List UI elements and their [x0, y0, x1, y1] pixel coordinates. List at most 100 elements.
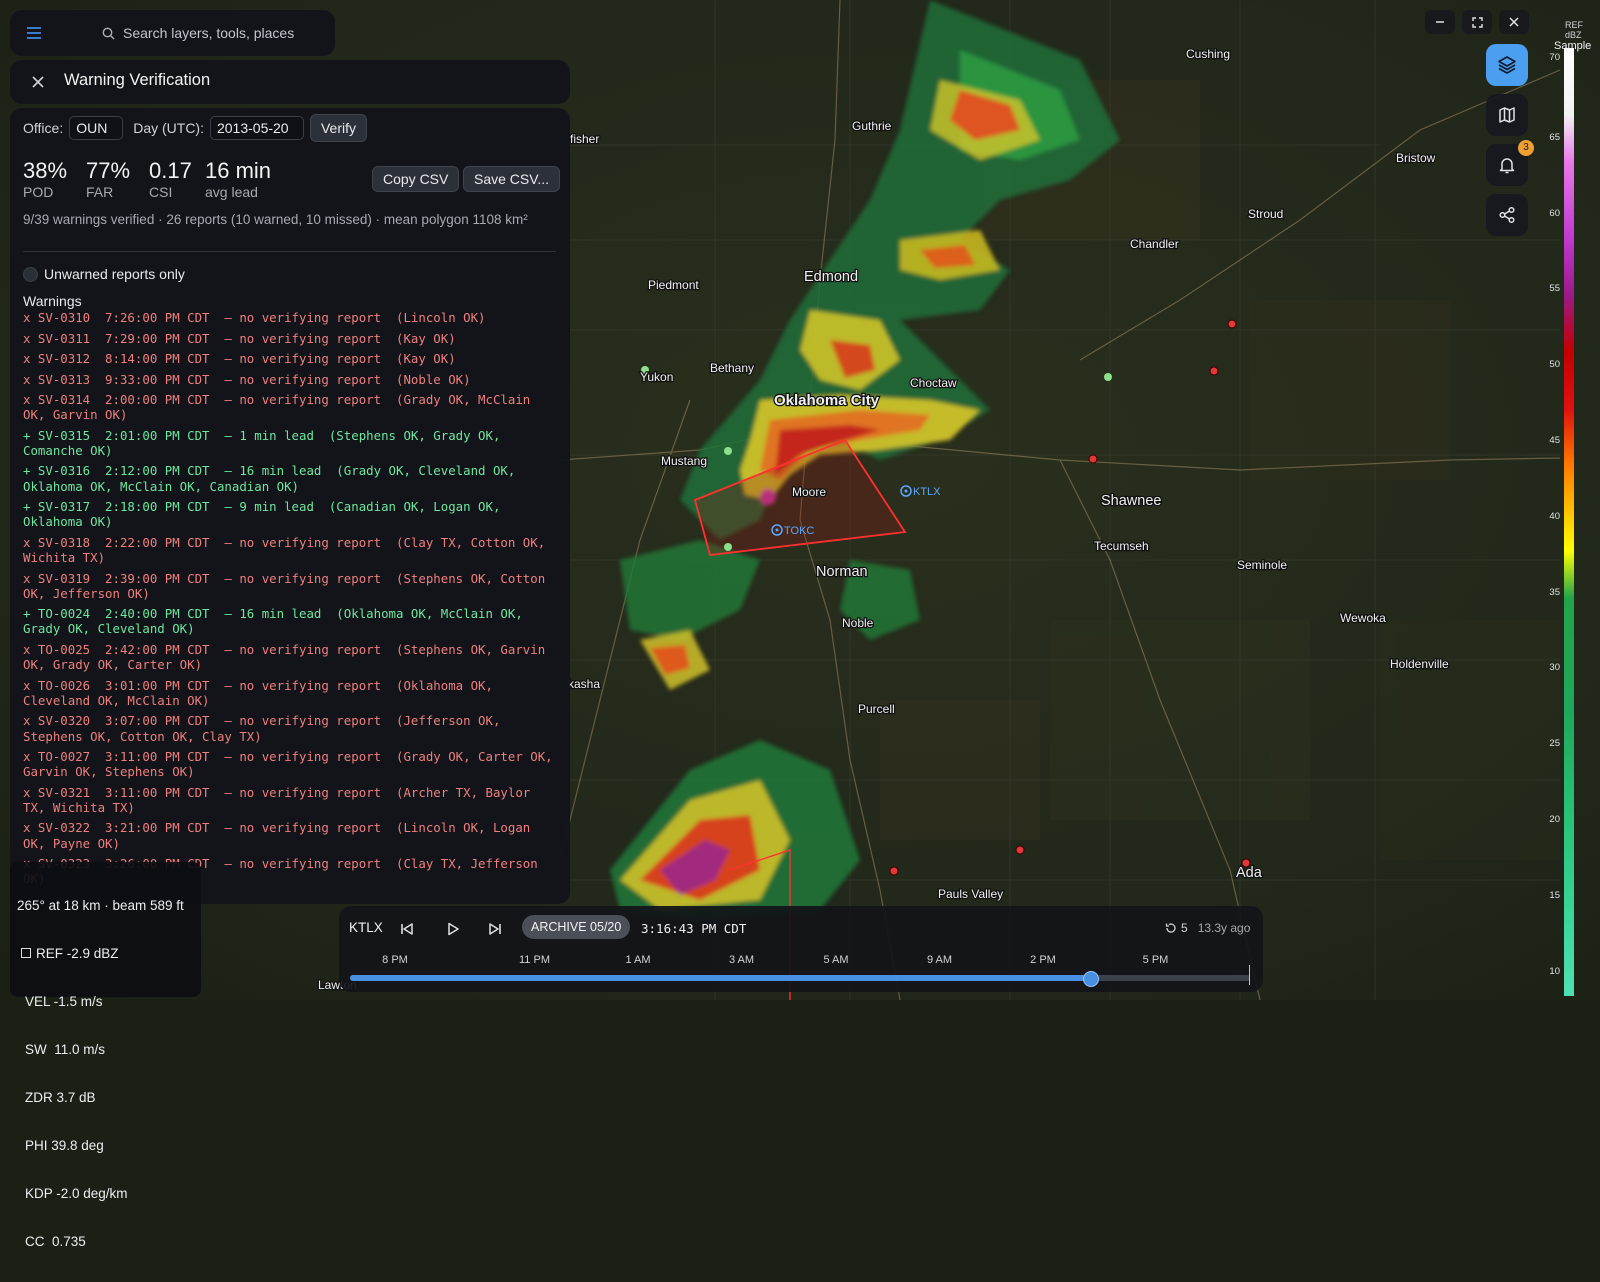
warning-item[interactable]: x SV-0313 9:33:00 PM CDT — no verifying …	[23, 372, 556, 387]
warning-item[interactable]: x SV-0320 3:07:00 PM CDT — no verifying …	[23, 713, 556, 743]
verification-header: Warning Verification	[10, 60, 570, 104]
bell-icon	[1499, 158, 1515, 174]
readout-ref: REF -2.9 dBZ	[17, 946, 197, 962]
timeline-bar: KTLX ARCHIVE 05/20 3:16:43 PM CDT 5 13.3…	[339, 906, 1263, 992]
verify-button[interactable]: Verify	[309, 114, 367, 142]
minimize-icon	[1436, 21, 1444, 23]
play-button[interactable]	[442, 918, 464, 940]
search-input[interactable]: Search layers, tools, places	[102, 18, 330, 48]
legend-tick: 70	[1549, 52, 1560, 63]
timeline-tick-label: 5 PM	[1142, 954, 1169, 966]
alerts-button[interactable]: 3	[1486, 140, 1534, 186]
unwarned-toggle[interactable]: Unwarned reports only	[23, 266, 185, 282]
legend-tick: 60	[1549, 207, 1560, 219]
city-label: Guthrie	[852, 119, 892, 133]
readout-phi: PHI 39.8 deg	[25, 1138, 104, 1153]
office-label: Office:	[23, 120, 64, 136]
warning-item[interactable]: x SV-0322 3:21:00 PM CDT — no verifying …	[23, 820, 556, 850]
minimize-button[interactable]	[1425, 10, 1455, 34]
timeline-ticks: 8 PM 11 PM 1 AM 3 AM 5 AM 9 AM 2 PM 5 PM	[350, 954, 1250, 972]
city-label: Bristow	[1396, 151, 1436, 165]
history-indicator[interactable]: 5 13.3y ago	[1165, 921, 1250, 935]
warning-item[interactable]: x SV-0321 3:11:00 PM CDT — no verifying …	[23, 785, 556, 815]
search-icon	[102, 27, 115, 39]
warning-item[interactable]: + SV-0315 2:01:00 PM CDT — 1 min lead (S…	[23, 428, 556, 458]
city-label: kasha	[568, 677, 600, 691]
city-label: Tecumseh	[1094, 539, 1149, 553]
stat-value: 77%	[86, 158, 131, 183]
history-count: 5	[1181, 921, 1188, 935]
warning-item[interactable]: x SV-0314 2:00:00 PM CDT — no verifying …	[23, 392, 556, 422]
close-window-button[interactable]	[1499, 10, 1529, 34]
stat-label: avg lead	[205, 184, 258, 200]
close-icon[interactable]	[28, 72, 48, 92]
legend-tick: 45	[1549, 435, 1560, 446]
legend-gradient	[1564, 48, 1574, 996]
skip-back-icon	[401, 923, 413, 935]
warnings-list[interactable]: x SV-0310 7:26:00 PM CDT — no verifying …	[23, 310, 556, 892]
copy-csv-button[interactable]: Copy CSV	[372, 166, 460, 192]
readout-vel: VEL -1.5 m/s	[25, 994, 103, 1009]
stat-value: 0.17	[149, 158, 192, 183]
archive-badge[interactable]: ARCHIVE 05/20	[522, 915, 631, 939]
timeline-track[interactable]	[350, 965, 1250, 987]
city-label: Choctaw	[910, 376, 957, 390]
save-csv-button[interactable]: Save CSV...	[463, 166, 560, 192]
stat-value: 16 min	[205, 158, 272, 183]
city-label: Edmond	[804, 269, 858, 285]
color-legend: REF dBZ Sample 70 65 60 55 50 45 40 35 30 25 20 15 1…	[1540, 14, 1600, 1000]
city-label: Yukon	[640, 370, 673, 384]
unwarned-checkbox[interactable]	[23, 266, 38, 282]
legend-tick: 50	[1549, 359, 1560, 371]
menu-icon[interactable]	[22, 22, 46, 44]
step-back-button[interactable]	[396, 918, 418, 940]
basemap-button[interactable]	[1486, 94, 1528, 136]
close-icon	[1509, 17, 1519, 27]
divider	[23, 251, 556, 252]
readout-ref-value: REF -2.9 dBZ	[36, 946, 119, 961]
warning-item[interactable]: + TO-0024 2:40:00 PM CDT — 16 min lead (…	[23, 606, 556, 636]
warning-item[interactable]: x TO-0027 3:11:00 PM CDT — no verifying …	[23, 749, 556, 779]
timeline-handle[interactable]	[1082, 971, 1099, 987]
skip-forward-icon	[489, 923, 501, 935]
summary-text: 9/39 warnings verified · 26 reports (10 …	[23, 212, 528, 227]
city-label: Purcell	[858, 702, 895, 716]
office-input[interactable]	[69, 116, 124, 140]
warning-item[interactable]: x SV-0311 7:29:00 PM CDT — no verifying …	[23, 331, 556, 346]
layers-button[interactable]	[1486, 44, 1528, 86]
city-label: Pauls Valley	[938, 887, 1003, 901]
unwarned-label: Unwarned reports only	[44, 266, 185, 282]
search-bar[interactable]: Search layers, tools, places	[10, 10, 335, 56]
warning-item[interactable]: x SV-0310 7:26:00 PM CDT — no verifying …	[23, 310, 556, 325]
legend-tick: 40	[1549, 510, 1560, 522]
warning-item[interactable]: x TO-0025 2:42:00 PM CDT — no verifying …	[23, 642, 556, 672]
warning-item[interactable]: + SV-0316 2:12:00 PM CDT — 16 min lead (…	[23, 463, 556, 493]
svg-text:TOKC: TOKC	[784, 525, 814, 537]
fullscreen-icon	[1471, 16, 1483, 28]
step-forward-button[interactable]	[484, 918, 506, 940]
timeline-tick-label: 8 PM	[382, 954, 408, 966]
day-input[interactable]	[209, 116, 304, 140]
warning-item[interactable]: x SV-0319 2:39:00 PM CDT — no verifying …	[23, 571, 556, 601]
age-label: 13.3y ago	[1197, 921, 1251, 935]
timeline-tick-label: 2 PM	[1030, 954, 1056, 966]
warning-item[interactable]: + SV-0317 2:18:00 PM CDT — 9 min lead (C…	[23, 499, 556, 529]
legend-unit: dBZ	[1565, 30, 1582, 40]
search-placeholder: Search layers, tools, places	[123, 25, 295, 41]
warning-item[interactable]: x SV-0312 8:14:00 PM CDT — no verifying …	[23, 351, 556, 366]
city-label: Mustang	[661, 454, 707, 468]
city-label: Stroud	[1248, 207, 1283, 221]
city-label: Shawnee	[1101, 493, 1161, 509]
warning-item[interactable]: x SV-0318 2:22:00 PM CDT — no verifying …	[23, 535, 556, 565]
legend-tick: 30	[1549, 662, 1560, 674]
stat-label: POD	[23, 184, 54, 200]
share-button[interactable]	[1486, 194, 1528, 236]
stat-value: 38%	[23, 158, 68, 183]
warning-item[interactable]: x TO-0026 3:01:00 PM CDT — no verifying …	[23, 678, 556, 708]
share-icon	[1499, 206, 1515, 224]
city-label: Piedmont	[648, 278, 699, 292]
timeline-progress	[350, 975, 1090, 981]
notification-badge: 3	[1518, 140, 1534, 156]
fullscreen-button[interactable]	[1462, 10, 1492, 34]
city-label: fisher	[570, 132, 599, 146]
